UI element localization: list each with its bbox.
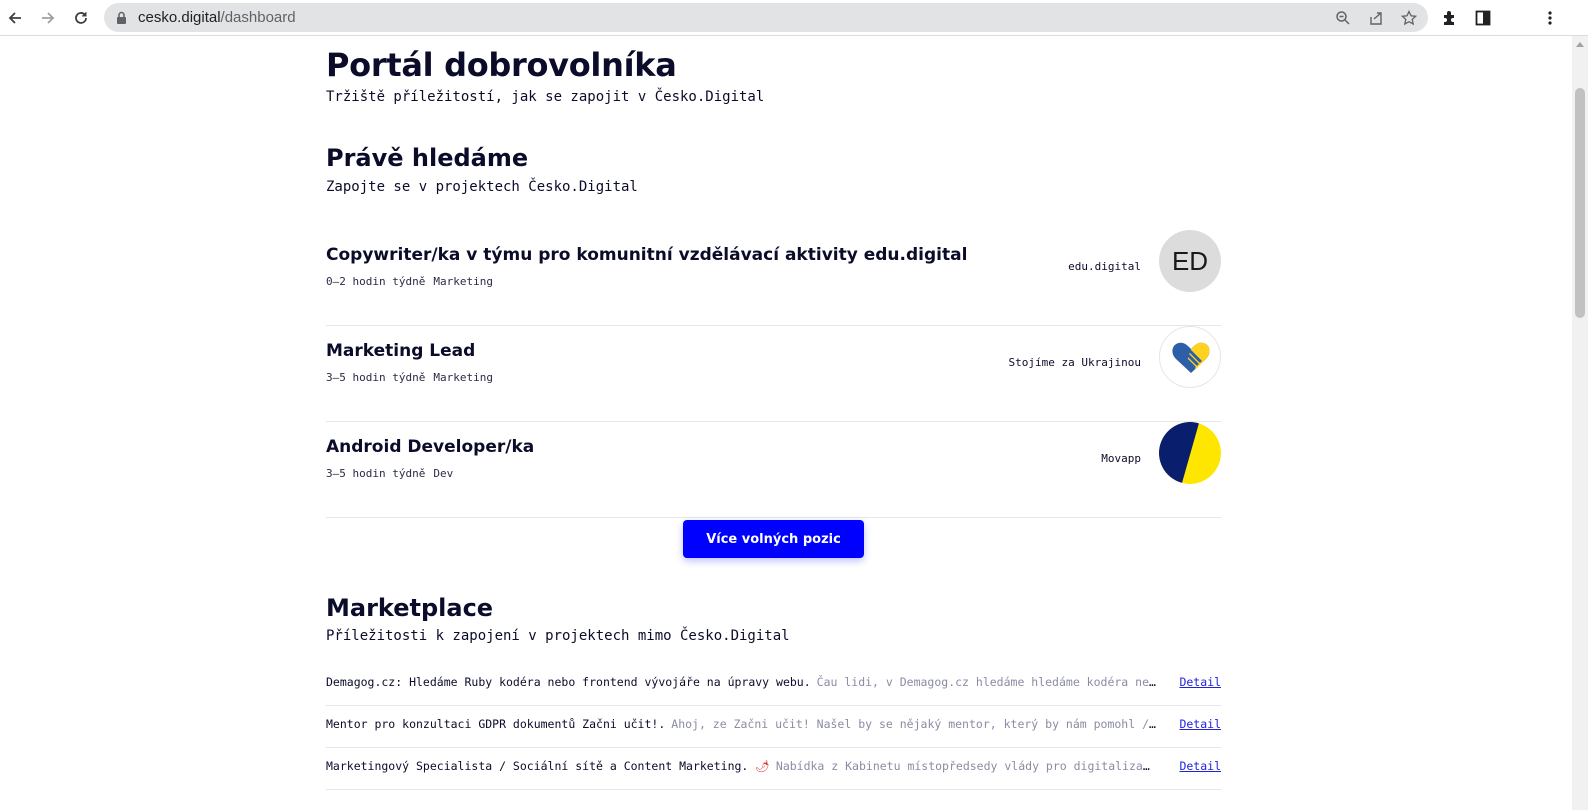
- job-org: edu.digital: [1068, 260, 1141, 273]
- chili-pepper-icon: 🌶: [755, 759, 770, 773]
- zoom-icon[interactable]: [1333, 8, 1353, 28]
- job-title[interactable]: Android Developer/ka: [326, 437, 534, 457]
- scroll-up-icon[interactable]: [1576, 42, 1584, 47]
- extensions-icon[interactable]: [1439, 7, 1461, 29]
- marketplace-item: Demagog.cz: Hledáme Ruby kodéra nebo fro…: [326, 664, 1221, 706]
- job-meta: 3–5 hodin týdně Marketing: [326, 371, 493, 384]
- job-title[interactable]: Marketing Lead: [326, 341, 475, 361]
- job-hours: 3–5 hodin týdně: [326, 371, 426, 384]
- url-text: cesko.digital/dashboard: [138, 9, 296, 26]
- page-title: Portál dobrovolníka: [326, 46, 677, 84]
- lock-icon: [116, 10, 127, 29]
- share-icon[interactable]: [1366, 8, 1386, 28]
- reload-icon[interactable]: [68, 5, 94, 31]
- job-meta: 3–5 hodin týdně Dev: [326, 467, 453, 480]
- job-org: Movapp: [1101, 452, 1141, 465]
- address-bar[interactable]: cesko.digital/dashboard: [104, 3, 1428, 32]
- job-org: Stojíme za Ukrajinou: [1008, 356, 1141, 369]
- hledame-subtitle: Zapojte se v projektech Česko.Digital: [326, 179, 638, 195]
- marketplace-detail-link[interactable]: Detail: [1179, 759, 1221, 773]
- marketplace-item: Mentor pro konzultaci GDPR dokumentů Zač…: [326, 706, 1221, 748]
- job-card[interactable]: Copywriter/ka v týmu pro komunitní vzděl…: [326, 230, 1221, 326]
- marketplace-item-title: Marketingový Specialista / Sociální sítě…: [326, 759, 749, 773]
- marketplace-item: Marketingový Specialista / Sociální sítě…: [326, 748, 1221, 790]
- job-hours: 3–5 hodin týdně: [326, 467, 426, 480]
- url-path: /dashboard: [220, 9, 296, 26]
- job-category: Marketing: [433, 275, 493, 288]
- job-category: Marketing: [433, 371, 493, 384]
- handshake-logo-icon: [1159, 326, 1221, 388]
- scrollbar-thumb[interactable]: [1575, 88, 1585, 318]
- job-title[interactable]: Copywriter/ka v týmu pro komunitní vzděl…: [326, 245, 967, 265]
- job-meta: 0–2 hodin týdně Marketing: [326, 275, 493, 288]
- page-scrollbar[interactable]: [1572, 36, 1588, 810]
- marketplace-item-text: Mentor pro konzultaci GDPR dokumentů Zač…: [326, 717, 1156, 731]
- marketplace-subtitle: Příležitosti k zapojení v projektech mim…: [326, 628, 790, 644]
- browser-toolbar: cesko.digital/dashboard: [0, 0, 1588, 36]
- forward-icon[interactable]: [35, 5, 61, 31]
- job-card[interactable]: Marketing Lead 3–5 hodin týdně Marketing …: [326, 326, 1221, 422]
- side-panel-icon[interactable]: [1472, 7, 1494, 29]
- back-icon[interactable]: [2, 5, 28, 31]
- marketplace-item-desc: Nabídka z Kabinetu místopředsedy vlády p…: [775, 759, 1156, 773]
- marketplace-detail-link[interactable]: Detail: [1179, 675, 1221, 689]
- org-logo-edu-digital: ED: [1159, 230, 1221, 292]
- marketplace-item-text: Demagog.cz: Hledáme Ruby kodéra nebo fro…: [326, 675, 1156, 689]
- marketplace-item-desc: Čau lidi, v Demagog.cz hledáme hledáme k…: [816, 675, 1156, 689]
- job-hours: 0–2 hodin týdně: [326, 275, 426, 288]
- marketplace-item-title: Demagog.cz: Hledáme Ruby kodéra nebo fro…: [326, 675, 811, 689]
- job-category: Dev: [433, 467, 454, 480]
- more-positions-button[interactable]: Více volných pozic: [683, 520, 864, 558]
- hledame-title: Právě hledáme: [326, 144, 529, 172]
- job-card[interactable]: Android Developer/ka 3–5 hodin týdně Dev …: [326, 422, 1221, 518]
- marketplace-detail-link[interactable]: Detail: [1179, 717, 1221, 731]
- marketplace-title: Marketplace: [326, 594, 494, 622]
- bookmark-star-icon[interactable]: [1399, 8, 1419, 28]
- marketplace-item-text: Marketingový Specialista / Sociální sítě…: [326, 759, 1156, 773]
- marketplace-item-title: Mentor pro konzultaci GDPR dokumentů Zač…: [326, 717, 666, 731]
- url-host: cesko.digital: [138, 9, 221, 26]
- menu-kebab-icon[interactable]: [1539, 7, 1561, 29]
- page-subtitle: Tržiště příležitostí, jak se zapojit v Č…: [326, 89, 765, 105]
- marketplace-item-desc: Ahoj, ze Začni učit! Našel by se nějaký …: [671, 717, 1156, 731]
- movapp-logo-icon: [1159, 422, 1221, 484]
